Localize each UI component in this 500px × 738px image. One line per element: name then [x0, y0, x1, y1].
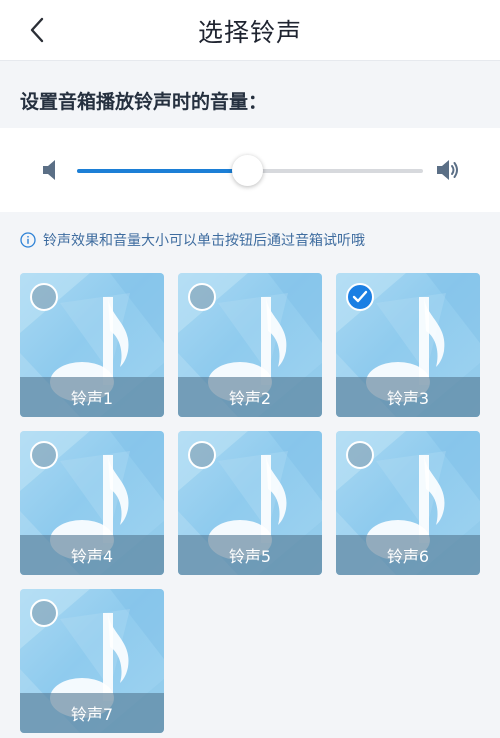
ringtone-grid: 铃声1 铃声2 铃声3 铃声4 铃声5 铃声6 铃声7 [20, 273, 480, 733]
volume-slider-fill [77, 169, 247, 173]
header-bar: 选择铃声 [0, 0, 500, 61]
volume-slider-thumb[interactable] [231, 155, 263, 186]
ringtone-name: 铃声3 [336, 377, 480, 417]
check-icon [352, 290, 368, 303]
volume-slider[interactable] [77, 155, 423, 186]
ringtone-radio[interactable] [188, 441, 216, 469]
ringtone-name: 铃声4 [20, 535, 164, 575]
volume-label: 设置音箱播放铃声时的音量： [20, 91, 268, 113]
page-title: 选择铃声 [197, 18, 302, 47]
speaker-low-icon [43, 160, 55, 180]
hint-notice: 铃声效果和音量大小可以单击按钮后通过音箱试听哦 [20, 230, 365, 250]
ringtone-card-4[interactable]: 铃声4 [20, 431, 164, 575]
ringtone-name: 铃声5 [178, 535, 322, 575]
ringtone-radio[interactable] [30, 283, 58, 311]
hint-text: 铃声效果和音量大小可以单击按钮后通过音箱试听哦 [43, 233, 365, 249]
ringtone-card-1[interactable]: 铃声1 [20, 273, 164, 417]
ringtone-card-2[interactable]: 铃声2 [178, 273, 322, 417]
ringtone-radio[interactable] [346, 441, 374, 469]
ringtone-name: 铃声2 [178, 377, 322, 417]
ringtone-card-3[interactable]: 铃声3 [336, 273, 480, 417]
ringtone-card-6[interactable]: 铃声6 [336, 431, 480, 575]
ringtone-name: 铃声6 [336, 535, 480, 575]
ringtone-radio[interactable] [30, 599, 58, 627]
ringtone-card-5[interactable]: 铃声5 [178, 431, 322, 575]
ringtone-radio-checked[interactable] [346, 283, 374, 311]
ringtone-name: 铃声7 [20, 693, 164, 733]
ringtone-name: 铃声1 [20, 377, 164, 417]
volume-panel [0, 128, 500, 212]
ringtone-radio[interactable] [188, 283, 216, 311]
info-icon [20, 232, 36, 248]
ringtone-card-7[interactable]: 铃声7 [20, 589, 164, 733]
speaker-high-icon [437, 160, 458, 180]
ringtone-radio[interactable] [30, 441, 58, 469]
